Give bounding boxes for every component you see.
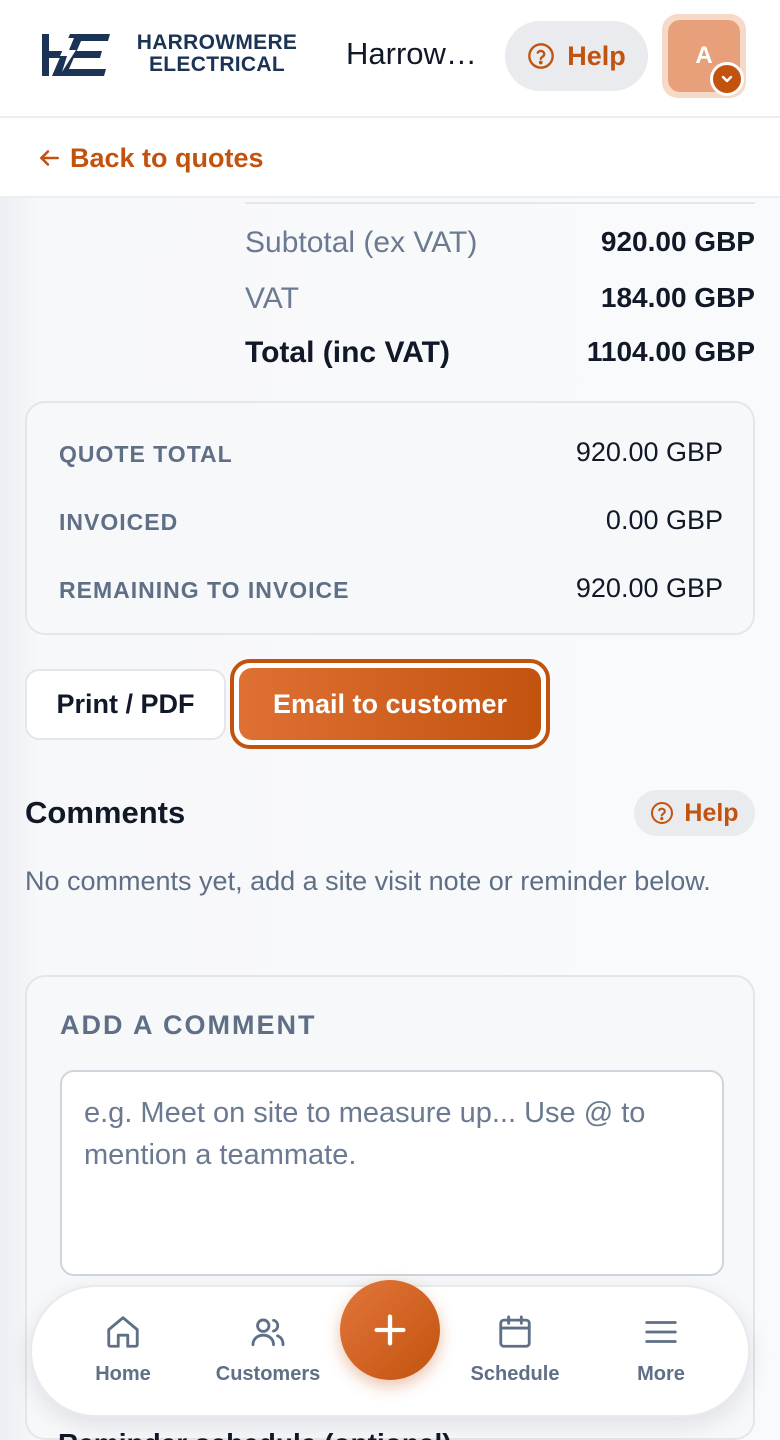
comments-help-button[interactable]: Help [634,790,755,836]
nav-customers-label: Customers [215,1363,321,1385]
remaining-value: 920.00 GBP [575,573,723,603]
grand-total-label: Total (inc VAT) [245,336,450,369]
quote-total-value: 920.00 GBP [575,437,723,467]
avatar-initial: A [695,42,713,69]
subtotal-row: Subtotal (ex VAT) 920.00 GBP [245,226,755,266]
vat-label: VAT [245,282,299,315]
nav-more-label: More [637,1363,685,1385]
vat-row: VAT 184.00 GBP [245,282,755,322]
calendar-icon [499,1315,531,1348]
brand-logo[interactable]: HARROWMERE ELECTRICAL [40,30,310,80]
nav-schedule[interactable]: Schedule [450,1313,580,1399]
help-label: Help [567,40,626,71]
comments-heading: Comments [25,795,186,830]
invoice-summary-card: QUOTE TOTAL 920.00 GBP INVOICED 0.00 GBP… [25,401,755,635]
subtotal-value: 920.00 GBP [600,226,755,257]
email-to-customer-button[interactable]: Email to customer [239,668,541,740]
app-header: HARROWMERE ELECTRICAL Harrowmere Electri… [0,0,780,118]
quote-total-label: QUOTE TOTAL [59,441,233,467]
print-pdf-button[interactable]: Print / PDF [25,669,226,740]
invoiced-row: INVOICED 0.00 GBP [59,505,723,539]
vat-value: 184.00 GBP [600,282,755,313]
chevron-down-icon [721,75,733,83]
back-navigation-bar: Back to quotes [0,118,780,198]
email-to-customer-focus-ring: Email to customer [230,659,550,749]
brand-line-1: HARROWMERE [136,31,298,54]
remaining-row: REMAINING TO INVOICE 920.00 GBP [59,573,723,607]
nav-more[interactable]: More [596,1313,726,1399]
comments-empty-message: No comments yet, add a site visit note o… [25,866,711,896]
nav-home-label: Home [95,1363,151,1385]
comment-textarea[interactable]: e.g. Meet on site to measure up... Use @… [60,1070,724,1276]
users-icon [251,1318,285,1347]
add-comment-label: ADD A COMMENT [60,1010,317,1040]
user-avatar-menu[interactable]: A [662,14,746,98]
question-circle-icon [528,43,555,69]
subtotal-label: Subtotal (ex VAT) [245,226,478,259]
brand-line-2: ELECTRICAL [149,53,285,76]
header-help-button[interactable]: Help [505,21,648,91]
nav-customers[interactable]: Customers [203,1313,333,1399]
grand-total-value: 1104.00 GBP [586,336,755,367]
question-circle-icon [651,802,674,824]
plus-icon [374,1314,406,1346]
menu-icon [645,1321,677,1343]
avatar-dropdown-badge [710,62,744,96]
nav-home[interactable]: Home [58,1313,188,1399]
back-to-quotes-link[interactable]: Back to quotes [36,138,264,178]
nav-schedule-label: Schedule [470,1363,560,1385]
comments-help-label: Help [684,798,739,827]
quote-total-row: QUOTE TOTAL 920.00 GBP [59,437,723,471]
brand-wordmark: HARROWMERE ELECTRICAL [122,32,312,76]
arrow-left-icon [40,150,59,166]
reminder-schedule-heading: Reminder schedule (optional) [58,1428,452,1440]
totals-divider [245,202,755,204]
grand-total-row: Total (inc VAT) 1104.00 GBP [245,336,755,376]
add-new-button[interactable] [340,1280,440,1380]
back-label: Back to quotes [70,142,264,173]
remaining-label: REMAINING TO INVOICE [59,577,350,603]
logo-mark-icon [42,34,110,76]
invoiced-value: 0.00 GBP [605,505,723,535]
page-title: Harrowmere Electrical [346,36,486,71]
home-icon [107,1316,139,1348]
invoiced-label: INVOICED [59,509,179,535]
